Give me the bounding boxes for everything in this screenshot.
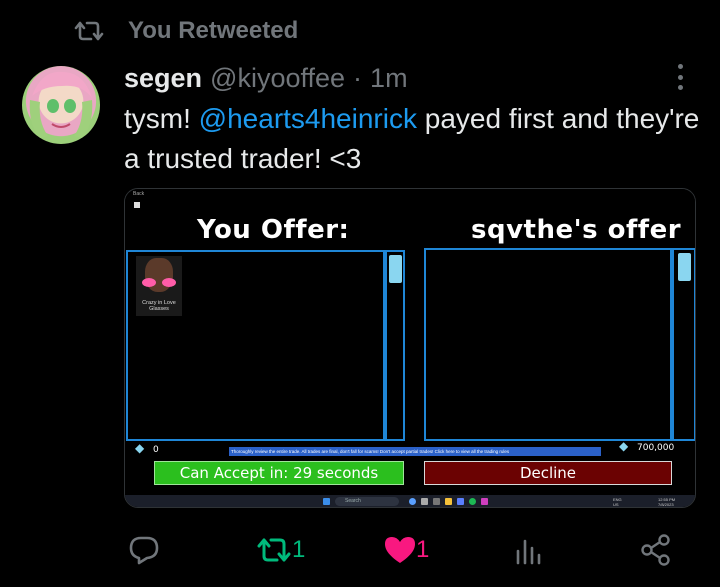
their-value: 700,000 xyxy=(637,443,675,453)
author-handle[interactable]: @kiyooffee xyxy=(210,63,345,94)
app-icon[interactable] xyxy=(457,498,464,505)
author-line: segen @kiyooffee · 1m xyxy=(124,60,408,96)
their-offer-box xyxy=(424,248,672,441)
diamond-icon: ◆ xyxy=(619,439,629,453)
their-offer-title: sqvthe's offer xyxy=(471,215,682,245)
mention-link[interactable]: @hearts4heinrick xyxy=(199,103,417,134)
scroll-thumb[interactable] xyxy=(389,255,402,283)
retweet-icon xyxy=(74,21,104,41)
more-options-icon[interactable] xyxy=(668,62,692,92)
reply-icon xyxy=(129,536,159,565)
trade-notice[interactable]: Thoroughly review the entire trade. All … xyxy=(229,447,601,456)
your-value: 0 xyxy=(153,445,159,455)
heart-icon xyxy=(385,537,415,563)
you-offer-title: You Offer: xyxy=(197,215,350,245)
language-indicator: ENG US xyxy=(613,497,622,507)
scroll-thumb[interactable] xyxy=(678,253,691,281)
folder-icon[interactable] xyxy=(445,498,452,505)
analytics-icon xyxy=(516,539,541,565)
item-name: Crazy in Love Glasses xyxy=(142,300,176,312)
offered-item[interactable]: Crazy in Love Glasses xyxy=(136,256,182,316)
clock[interactable]: 12:55 PM 7/8/2023 xyxy=(658,497,675,507)
app-icon[interactable] xyxy=(481,498,488,505)
app-icon[interactable] xyxy=(409,498,416,505)
app-icon[interactable] xyxy=(421,498,428,505)
like-button[interactable]: 1 xyxy=(384,532,429,568)
back-icon[interactable] xyxy=(133,201,141,209)
tweet-text: tysm! @hearts4heinrick payed first and t… xyxy=(124,99,704,179)
decline-button[interactable]: Decline xyxy=(424,461,672,485)
lang-bottom: US xyxy=(613,502,619,507)
trade-window: Back You Offer: sqvthe's offer Crazy in … xyxy=(125,189,695,495)
their-offer-scrollbar[interactable] xyxy=(672,248,695,441)
retweet-label: You Retweeted xyxy=(128,17,299,44)
taskbar-search[interactable]: Search xyxy=(335,497,399,506)
reply-button[interactable] xyxy=(128,532,160,568)
views-button[interactable] xyxy=(514,532,544,568)
share-icon xyxy=(641,534,670,566)
share-button[interactable] xyxy=(640,532,672,568)
accept-button[interactable]: Can Accept in: 29 seconds xyxy=(154,461,404,485)
retweet-count: 1 xyxy=(292,536,306,563)
separator-dot: · xyxy=(353,62,363,93)
like-count: 1 xyxy=(416,536,430,563)
retweet-button[interactable]: 1 xyxy=(256,532,305,568)
clock-date: 7/8/2023 xyxy=(658,502,674,507)
retweet-icon xyxy=(257,538,291,562)
windows-taskbar: Search ENG US 12:55 PM 7/8/2023 xyxy=(125,495,695,507)
retweet-header: You Retweeted xyxy=(74,14,298,48)
spotify-icon[interactable] xyxy=(469,498,476,505)
author-name[interactable]: segen xyxy=(124,63,202,94)
timestamp[interactable]: 1m xyxy=(370,63,408,94)
app-icon[interactable] xyxy=(433,498,440,505)
diamond-icon: ◆ xyxy=(135,441,145,455)
back-label: Back xyxy=(133,191,145,197)
tweet-media[interactable]: Back You Offer: sqvthe's offer Crazy in … xyxy=(124,188,696,508)
item-avatar xyxy=(142,258,176,292)
glasses-icon xyxy=(142,278,176,287)
tweet-text-start: tysm! xyxy=(124,103,199,134)
windows-start-icon[interactable] xyxy=(323,498,330,505)
your-offer-box: Crazy in Love Glasses xyxy=(126,250,385,441)
your-offer-scrollbar[interactable] xyxy=(385,250,405,441)
avatar[interactable] xyxy=(22,66,100,144)
